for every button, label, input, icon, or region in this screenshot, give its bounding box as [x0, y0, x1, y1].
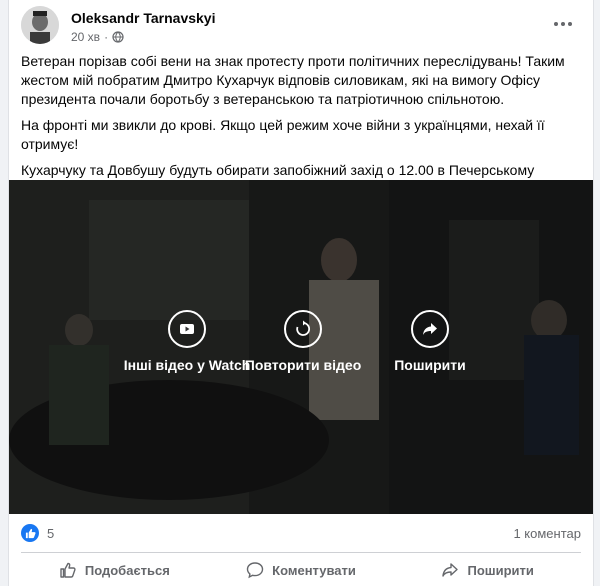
share-button[interactable]: Поширити	[394, 555, 581, 585]
comment-icon	[246, 562, 264, 579]
share-arrow-icon	[442, 563, 459, 577]
watch-more-label: Інші відео у Watch	[123, 357, 251, 373]
avatar-image	[21, 6, 59, 44]
share-video-button[interactable]: Поширити	[365, 310, 495, 374]
post-header: Oleksandr Tarnavskyi 20 хв ·	[21, 6, 581, 46]
watch-more-videos-button[interactable]: Інші відео у Watch	[122, 310, 252, 374]
thumbs-up-icon	[60, 562, 76, 578]
divider	[21, 552, 581, 553]
share-icon	[411, 310, 449, 348]
like-reaction-icon[interactable]	[21, 524, 39, 542]
post-time[interactable]: 20 хв	[71, 30, 100, 44]
like-label: Подобається	[84, 562, 170, 578]
post-card: Oleksandr Tarnavskyi 20 хв · Ветеран пор…	[8, 0, 594, 586]
like-button[interactable]: Подобається	[21, 555, 208, 585]
post-actions: Подобається Коментувати Поширити	[21, 555, 581, 585]
author-name[interactable]: Oleksandr Tarnavskyi	[71, 10, 215, 26]
like-count[interactable]: 5	[47, 526, 54, 541]
comment-button[interactable]: Коментувати	[208, 555, 395, 585]
post-paragraph: На фронті ми звикли до крові. Якщо цей р…	[21, 117, 545, 152]
replay-icon	[284, 310, 322, 348]
replay-label: Повторити відео	[244, 357, 362, 373]
post-meta: 20 хв ·	[71, 30, 124, 44]
video-player[interactable]: Інші відео у Watch Повторити відео Пошир…	[9, 180, 593, 514]
comment-count[interactable]: 1 коментар	[513, 526, 581, 541]
comment-label: Коментувати	[272, 562, 356, 578]
more-options-icon[interactable]	[551, 12, 575, 36]
share-video-label: Поширити	[394, 357, 466, 373]
avatar[interactable]	[21, 6, 59, 44]
meta-separator: ·	[104, 30, 109, 44]
replay-video-button[interactable]: Повторити відео	[238, 310, 368, 374]
share-label: Поширити	[467, 562, 534, 578]
post-paragraph: Ветеран порізав собі вени на знак протес…	[21, 53, 565, 107]
globe-icon	[112, 31, 124, 43]
watch-icon	[168, 310, 206, 348]
post-stats: 5 1 коментар	[21, 522, 581, 544]
